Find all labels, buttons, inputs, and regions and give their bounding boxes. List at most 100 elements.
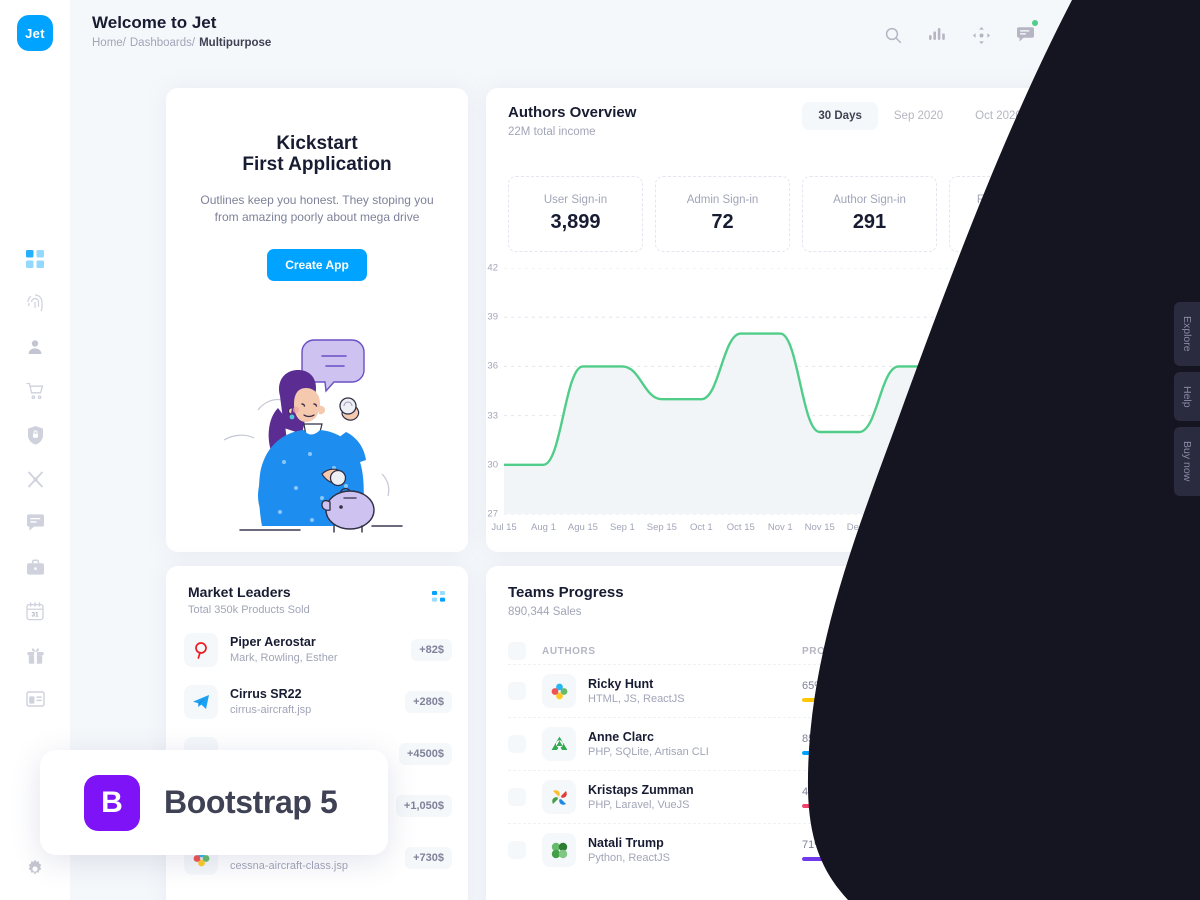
chart-y-tick: 33 [487, 410, 498, 422]
help-tab[interactable]: Help [1174, 371, 1200, 422]
authors-title: Authors Overview [508, 104, 637, 121]
sidebar-item-layout[interactable] [17, 687, 53, 711]
search-button[interactable] [882, 24, 904, 46]
avatar[interactable] [1146, 18, 1180, 52]
tab-sep-2020[interactable]: Sep 2020 [878, 102, 959, 130]
stat-label: User Sign-in [543, 194, 608, 206]
authors-subtitle: 22M total income [508, 126, 596, 138]
chart-x-tick: Agu 15 [567, 522, 598, 533]
sidebar-item-gifts[interactable] [17, 643, 53, 667]
progress-percent: 47% [802, 786, 825, 798]
row-checkbox[interactable] [508, 735, 526, 753]
analytics-button[interactable] [926, 24, 948, 46]
settings-button[interactable] [26, 858, 45, 882]
move-button[interactable] [970, 24, 992, 46]
clover-icon [542, 833, 576, 867]
table-row[interactable]: Ricky Hunt HTML, JS, ReactJS 65% View [508, 664, 1086, 717]
sidebar-item-security[interactable] [17, 423, 53, 447]
apps-button[interactable] [1058, 24, 1080, 46]
table-row[interactable]: Anne Clarc PHP, SQLite, Artisan CLI 85% … [508, 717, 1086, 770]
user-filter-value: All Users [874, 599, 921, 611]
tab-more[interactable]: More [1038, 102, 1096, 130]
chart-x-tick: Aug 1 [531, 522, 556, 533]
row-author: Kristaps Zumman PHP, Laravel, VueJS [588, 782, 802, 813]
stat-user-signin: User Sign-in 3,899 [508, 176, 643, 252]
row-progress: 71% [802, 839, 1002, 861]
scissors-icon [27, 471, 43, 487]
view-button[interactable]: View [1033, 678, 1086, 704]
teams-subtitle: 890,344 Sales [508, 606, 582, 618]
authors-range-tabs: 30 Days Sep 2020 Oct 2020 More [802, 102, 1096, 130]
sidebar-item-calendar[interactable]: 31 [17, 599, 53, 623]
dark-mode-toggle[interactable] [1102, 24, 1124, 46]
progress-percent: 65% [802, 680, 825, 692]
sidebar-item-chat[interactable] [17, 511, 53, 535]
row-author: Natali Trump Python, ReactJS [588, 835, 802, 866]
row-checkbox[interactable] [508, 841, 526, 859]
list-item-amount: +280$ [405, 691, 452, 713]
pinwheel-icon [542, 780, 576, 814]
savings-illustration [222, 322, 412, 542]
chart-x-tick: Feb 1 [1004, 522, 1030, 533]
user-photo-icon [1146, 18, 1180, 52]
sidebar-item-ecommerce[interactable] [17, 379, 53, 403]
bootstrap-logo-icon: B [84, 774, 140, 831]
row-action: View [1002, 678, 1086, 704]
sidebar-item-dashboard[interactable] [17, 247, 53, 271]
list-item-text: Piper Aerostar Mark, Rowling, Esther [230, 635, 411, 665]
chart-x-tick: Oct 15 [726, 522, 755, 533]
view-button[interactable]: View [1033, 784, 1086, 810]
teams-search-box[interactable]: Search [986, 590, 1086, 620]
sidebar-item-tools[interactable] [17, 467, 53, 491]
row-checkbox[interactable] [508, 682, 526, 700]
breadcrumb-dashboards[interactable]: Dashboards/ [130, 37, 195, 49]
search-icon [996, 599, 1008, 611]
list-item[interactable]: Cirrus SR22 cirrus-aircraft.jsp +280$ [184, 680, 452, 724]
messages-button[interactable] [1014, 20, 1038, 46]
user-filter-select[interactable]: All Users [864, 590, 974, 620]
bootstrap-promo-card[interactable]: B Bootstrap 5 [40, 750, 388, 855]
bootstrap-promo-label: Bootstrap 5 [164, 784, 338, 820]
list-item[interactable]: Piper Aerostar Mark, Rowling, Esther +82… [184, 628, 452, 672]
table-row[interactable]: Kristaps Zumman PHP, Laravel, VueJS 47% … [508, 770, 1086, 823]
grid-icon [26, 250, 44, 268]
chart-x-tick: Jan 15 [963, 522, 992, 533]
tab-oct-2020[interactable]: Oct 2020 [959, 102, 1038, 130]
select-all-checkbox[interactable] [508, 642, 526, 660]
author-tech: PHP, SQLite, Artisan CLI [588, 745, 709, 758]
explore-tab[interactable]: Explore [1174, 302, 1200, 366]
row-action: View [1002, 731, 1086, 757]
row-progress: 85% [802, 733, 1002, 755]
list-item-amount: +1,050$ [395, 795, 452, 817]
create-app-button[interactable]: Create App [267, 248, 367, 281]
breadcrumb-home[interactable]: Home/ [92, 37, 126, 49]
edge-toolbar: Explore Help Buy now [1174, 302, 1200, 496]
sidebar-item-user[interactable] [17, 335, 53, 359]
chart-x-tick: Dec 1 [846, 522, 872, 533]
app-logo[interactable]: Jet [17, 15, 53, 51]
chart-bars-icon [928, 28, 945, 40]
sidebar-item-fingerprint[interactable] [17, 291, 53, 315]
table-row[interactable]: Natali Trump Python, ReactJS 71% View [508, 823, 1086, 876]
chart-x-tick: Sep 1 [609, 522, 635, 533]
teams-search-placeholder: Search [1014, 599, 1051, 611]
breadcrumb: Home/ Dashboards/ Multipurpose [92, 37, 271, 49]
tab-30-days[interactable]: 30 Days [802, 102, 878, 130]
buy-now-tab[interactable]: Buy now [1174, 427, 1200, 496]
chart-x-tick: Jul 15 [491, 522, 517, 533]
view-button[interactable]: View [1033, 731, 1086, 757]
teams-progress-card: Teams Progress 890,344 Sales All Users S… [486, 566, 1106, 900]
market-menu-button[interactable] [432, 590, 446, 608]
progress-percent: 85% [802, 733, 825, 745]
author-name: Kristaps Zumman [588, 782, 694, 797]
row-action: View [1002, 784, 1086, 810]
briefcase-icon [26, 558, 44, 575]
row-checkbox[interactable] [508, 788, 526, 806]
view-button[interactable]: View [1033, 837, 1086, 863]
chart-x-tick: Mar 1 [1087, 522, 1105, 544]
kickstart-title-line2: First Application [242, 153, 392, 175]
list-item-desc: cessna-aircraft-class.jsp [230, 859, 348, 872]
sidebar-item-projects[interactable] [17, 555, 53, 579]
list-item-desc: Mark, Rowling, Esther [230, 651, 338, 664]
chart-x-tick: Nov 1 [767, 522, 793, 533]
